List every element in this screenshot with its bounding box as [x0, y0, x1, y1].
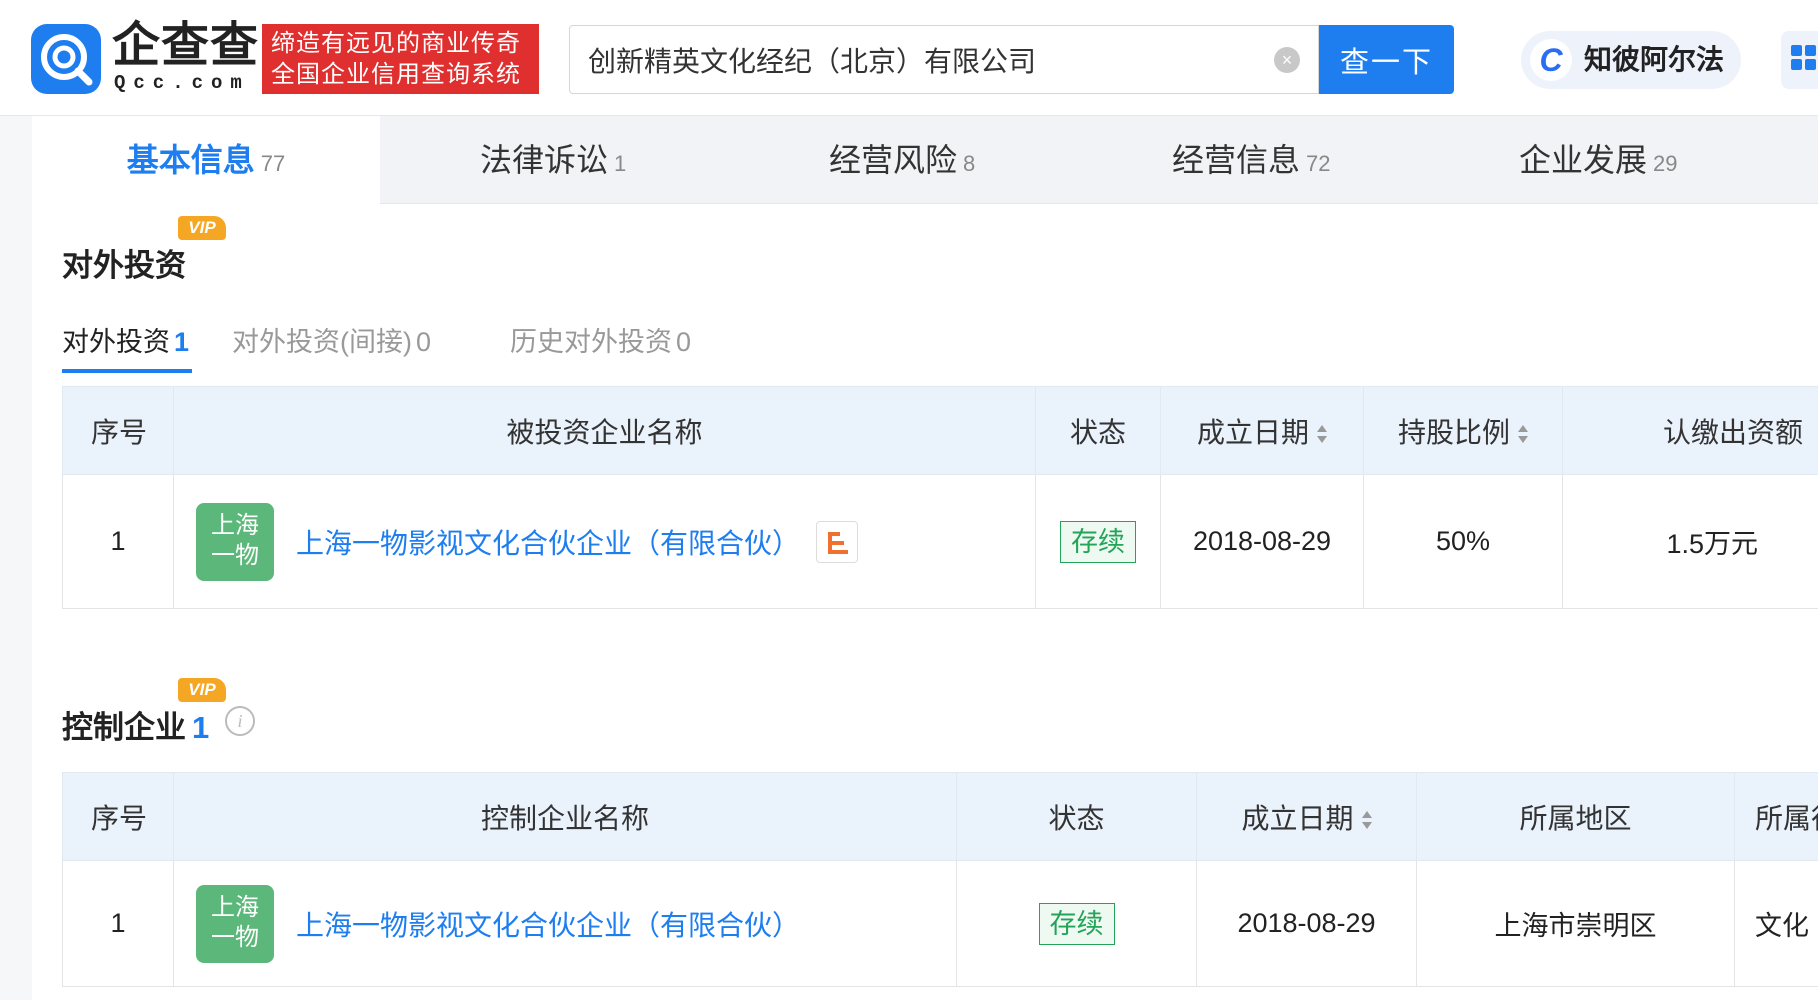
equity-graph-icon[interactable]: [816, 520, 859, 563]
col-share-ratio[interactable]: 持股比例: [1363, 386, 1563, 475]
tab-label: 经营信息: [1172, 142, 1301, 178]
cell-region: 上海市崇明区: [1416, 860, 1735, 987]
section-count: 1: [192, 710, 210, 745]
section-title-control: 控制企业 1: [62, 702, 209, 747]
content-panel: VIP 对外投资 对外投资 1 对外投资(间接) 0 历史对外投资 0 序号 被投资企…: [32, 204, 1818, 1000]
cell-index: 1: [62, 860, 174, 987]
clear-icon[interactable]: ×: [1274, 47, 1300, 73]
status-badge: 存续: [1038, 902, 1115, 945]
zhibi-logo-icon: C: [1530, 39, 1572, 81]
qcc-logo-icon[interactable]: [31, 24, 101, 94]
tab-label: 经营风险: [829, 142, 958, 178]
company-avatar: 上海 一物: [196, 884, 274, 963]
company-avatar: 上海 一物: [196, 502, 274, 581]
subtab-indirect-investment[interactable]: 对外投资(间接) 0: [232, 322, 431, 362]
sort-icon[interactable]: [1361, 809, 1372, 831]
main-tabs: 基本信息 77 法律诉讼 1 经营风险 8 经营信息 72 企业发展 29: [32, 116, 1818, 205]
subtab-count: 0: [415, 327, 432, 357]
slogan-line-2: 全国企业信用查询系统: [271, 61, 521, 88]
cell-company: 上海 一物 上海一物影视文化合伙企业（有限合伙）: [173, 474, 1036, 609]
cell-status: 存续: [1035, 474, 1161, 609]
col-index: 序号: [62, 386, 174, 475]
tab-label: 法律诉讼: [480, 142, 609, 178]
col-status: 状态: [956, 772, 1197, 861]
col-capital: 认缴出资额: [1562, 386, 1818, 475]
cell-company: 上海 一物 上海一物影视文化合伙企业（有限合伙）: [173, 860, 957, 987]
col-founded-date[interactable]: 成立日期: [1196, 772, 1417, 861]
cell-industry: 文化: [1734, 860, 1818, 987]
col-label: 持股比例: [1397, 416, 1510, 448]
section-title-investment: 对外投资: [62, 248, 186, 283]
tab-count: 8: [963, 151, 976, 176]
cell-date: 2018-08-29: [1196, 860, 1417, 987]
tab-legal[interactable]: 法律诉讼 1: [480, 116, 626, 204]
page: 企查查 Qcc.com 缔造有远见的商业传奇 全国企业信用查询系统 × 查一下 …: [0, 0, 1818, 1000]
top-header: 企查查 Qcc.com 缔造有远见的商业传奇 全国企业信用查询系统 × 查一下 …: [0, 0, 1818, 116]
info-icon[interactable]: i: [225, 706, 255, 736]
table-row: 1 上海 一物 上海一物影视文化合伙企业（有限合伙） 存续 2018-08-29 上…: [62, 860, 1818, 987]
table-header-row: 序号 被投资企业名称 状态 成立日期 持股比例 认缴出资额: [62, 386, 1818, 475]
col-company-name: 被投资企业名称: [173, 386, 1036, 475]
cell-capital: 1.5万元: [1562, 474, 1818, 609]
table-row: 1 上海 一物 上海一物影视文化合伙企业（有限合伙） 存续 2018-08-29 5…: [62, 474, 1818, 609]
investment-table: 序号 被投资企业名称 状态 成立日期 持股比例 认缴出资额 1 上海 一物 上海一物…: [62, 386, 1818, 609]
sort-icon[interactable]: [1317, 423, 1327, 445]
avatar-line-2: 一物: [211, 923, 259, 951]
logo-text[interactable]: 企查查: [112, 18, 259, 74]
vip-badge: VIP: [178, 678, 226, 702]
tab-risk[interactable]: 经营风险 8: [829, 116, 975, 204]
cell-date: 2018-08-29: [1160, 474, 1364, 609]
tab-development[interactable]: 企业发展 29: [1519, 116, 1678, 204]
vip-badge: VIP: [178, 216, 226, 240]
tab-count: 77: [260, 151, 286, 176]
cell-status: 存续: [956, 860, 1197, 987]
section-title-text: 控制企业: [62, 710, 186, 745]
cell-index: 1: [62, 474, 174, 609]
subtab-label: 历史对外投资: [510, 327, 672, 357]
tab-count: 29: [1653, 151, 1678, 176]
subtab-label: 对外投资: [62, 327, 170, 357]
zhibi-alpha-button[interactable]: C 知彼阿尔法: [1521, 31, 1741, 89]
subtab-count: 0: [676, 327, 692, 357]
search-input[interactable]: [588, 26, 1228, 93]
control-table: 序号 控制企业名称 状态 成立日期 所属地区 所属行业 1 上海一物上海一物影视…: [62, 772, 1818, 987]
col-label: 成立日期: [1196, 416, 1309, 448]
sort-icon[interactable]: [1518, 423, 1528, 445]
subtab-count: 1: [174, 327, 190, 357]
logo-domain: Qcc.com: [114, 72, 250, 94]
col-founded-date[interactable]: 成立日期: [1160, 386, 1364, 475]
subtab-label: 对外投资(间接): [232, 327, 412, 357]
col-company-name: 控制企业名称: [173, 772, 957, 861]
col-label: 成立日期: [1241, 802, 1354, 834]
avatar-line-1: 上海: [211, 511, 259, 539]
avatar-line-2: 一物: [211, 541, 259, 569]
cell-ratio: 50%: [1363, 474, 1563, 609]
tab-count: 72: [1306, 151, 1331, 176]
search-button[interactable]: 查一下: [1319, 25, 1454, 94]
tab-business-info[interactable]: 经营信息 72: [1172, 116, 1331, 204]
zhibi-label: 知彼阿尔法: [1584, 44, 1725, 75]
avatar-line-1: 上海: [211, 893, 259, 921]
search-box: ×: [569, 25, 1319, 94]
apps-grid-icon[interactable]: [1781, 31, 1818, 89]
col-status: 状态: [1035, 386, 1161, 475]
status-badge: 存续: [1060, 520, 1136, 563]
tab-label: 企业发展: [1519, 142, 1648, 178]
subtab-history-investment[interactable]: 历史对外投资 0: [510, 322, 691, 362]
slogan-line-1: 缔造有远见的商业传奇: [271, 30, 521, 57]
slogan-banner: 缔造有远见的商业传奇 全国企业信用查询系统: [262, 24, 539, 94]
tab-count: 1: [614, 151, 627, 176]
company-link[interactable]: 上海一物影视文化合伙企业（有限合伙）: [296, 528, 800, 559]
tab-basic-info[interactable]: 基本信息 77: [32, 116, 380, 205]
col-index: 序号: [62, 772, 174, 861]
col-region: 所属地区: [1416, 772, 1735, 861]
subtab-direct-investment[interactable]: 对外投资 1: [62, 322, 189, 362]
col-industry: 所属行业: [1734, 772, 1818, 861]
subtab-active-indicator: [62, 369, 192, 373]
tab-label: 基本信息: [126, 142, 255, 178]
company-link[interactable]: 上海一物影视文化合伙企业（有限合伙）: [296, 910, 800, 941]
table-header-row: 序号 控制企业名称 状态 成立日期 所属地区 所属行业: [62, 772, 1818, 861]
